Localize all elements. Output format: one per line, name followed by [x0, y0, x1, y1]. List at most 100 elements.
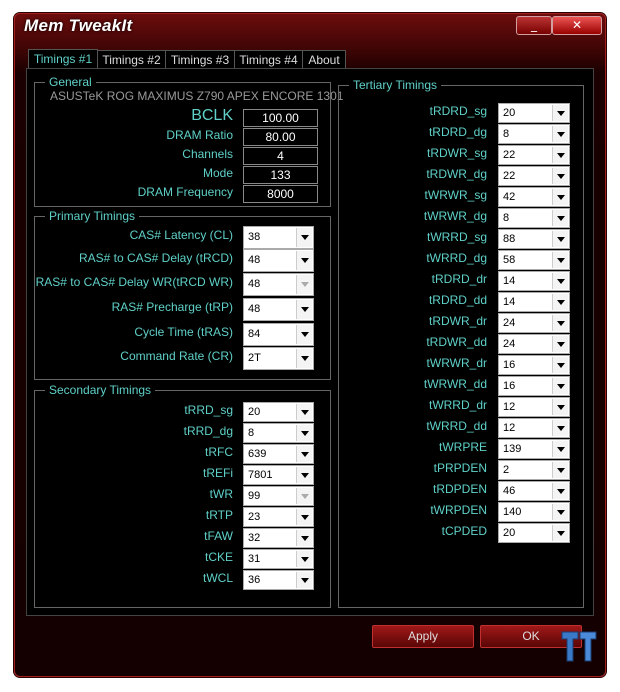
secondary-combo[interactable]: 20 [243, 402, 314, 422]
tertiary-combo[interactable]: 42 [498, 187, 570, 207]
primary-combo[interactable]: 38 [243, 225, 314, 249]
minimize-button[interactable]: _ [516, 16, 552, 35]
secondary-label: tFAW [204, 529, 233, 543]
primary-label: Cycle Time (tRAS) [134, 325, 233, 339]
chevron-down-icon[interactable] [552, 294, 568, 310]
apply-button[interactable]: Apply [372, 625, 474, 648]
tertiary-combo[interactable]: 22 [498, 145, 570, 165]
tertiary-combo[interactable]: 8 [498, 208, 570, 228]
tab-timings-4[interactable]: Timings #4 [234, 50, 303, 69]
tertiary-combo[interactable]: 16 [498, 355, 570, 375]
chevron-down-icon[interactable] [296, 250, 312, 270]
primary-combo: 48 [243, 272, 314, 296]
chevron-down-icon[interactable] [296, 488, 312, 504]
tertiary-label: tRDWR_dr [428, 314, 487, 328]
tertiary-combo[interactable]: 20 [498, 103, 570, 123]
chevron-down-icon[interactable] [552, 462, 568, 478]
tertiary-combo[interactable]: 22 [498, 166, 570, 186]
combo-value: 38 [248, 231, 261, 243]
chevron-down-icon[interactable] [552, 336, 568, 352]
tab-timings-3[interactable]: Timings #3 [165, 50, 235, 69]
chevron-down-icon[interactable] [552, 483, 568, 499]
chevron-down-icon[interactable] [552, 315, 568, 331]
tertiary-combo[interactable]: 2 [498, 460, 570, 480]
secondary-combo[interactable]: 639 [243, 444, 314, 464]
chevron-down-icon[interactable] [552, 378, 568, 394]
chevron-down-icon[interactable] [552, 273, 568, 289]
tertiary-combo[interactable]: 58 [498, 250, 570, 270]
combo-value: 8 [503, 128, 510, 140]
chevron-down-icon[interactable] [552, 504, 568, 520]
chevron-down-icon[interactable] [296, 572, 312, 588]
chevron-down-icon[interactable] [552, 189, 568, 205]
tab-timings-2[interactable]: Timings #2 [97, 50, 166, 69]
primary-combo[interactable]: 84 [243, 322, 314, 346]
chevron-down-icon[interactable] [552, 252, 568, 268]
tertiary-combo[interactable]: 24 [498, 313, 570, 333]
tertiary-combo[interactable]: 14 [498, 292, 570, 312]
tertiary-label: tWRPRE [439, 440, 487, 454]
primary-label: CAS# Latency (CL) [129, 228, 233, 242]
chevron-down-icon[interactable] [296, 348, 312, 368]
combo-value: 12 [503, 401, 516, 413]
chevron-down-icon[interactable] [296, 324, 312, 344]
tertiary-combo[interactable]: 46 [498, 481, 570, 501]
secondary-combo[interactable]: 36 [243, 570, 314, 590]
chevron-down-icon[interactable] [552, 357, 568, 373]
chevron-down-icon[interactable] [552, 420, 568, 436]
chevron-down-icon[interactable] [552, 441, 568, 457]
general-value: 100.00 [243, 109, 318, 127]
primary-combo[interactable]: 48 [243, 248, 314, 272]
chevron-down-icon[interactable] [552, 399, 568, 415]
secondary-label: tRRD_dg [183, 424, 233, 438]
secondary-label: tWR [209, 487, 233, 501]
chevron-down-icon[interactable] [296, 509, 312, 525]
tertiary-combo[interactable]: 88 [498, 229, 570, 249]
chevron-down-icon[interactable] [296, 467, 312, 483]
chevron-down-icon[interactable] [296, 425, 312, 441]
secondary-combo[interactable]: 23 [243, 507, 314, 527]
combo-value: 24 [503, 338, 516, 350]
tab-timings-1[interactable]: Timings #1 [28, 49, 98, 70]
chevron-down-icon[interactable] [296, 274, 312, 294]
tertiary-combo[interactable]: 12 [498, 418, 570, 438]
chevron-down-icon[interactable] [296, 551, 312, 567]
chevron-down-icon[interactable] [296, 299, 312, 319]
tertiary-combo[interactable]: 20 [498, 523, 570, 543]
chevron-down-icon[interactable] [552, 210, 568, 226]
chevron-down-icon[interactable] [552, 168, 568, 184]
tertiary-combo[interactable]: 12 [498, 397, 570, 417]
secondary-combo[interactable]: 32 [243, 528, 314, 548]
primary-title: Primary Timings [45, 209, 140, 223]
tertiary-combo[interactable]: 139 [498, 439, 570, 459]
tertiary-combo[interactable]: 140 [498, 502, 570, 522]
chevron-down-icon[interactable] [296, 446, 312, 462]
chevron-down-icon[interactable] [552, 231, 568, 247]
chevron-down-icon[interactable] [552, 525, 568, 541]
tertiary-combo[interactable]: 24 [498, 334, 570, 354]
tertiary-combo[interactable]: 14 [498, 271, 570, 291]
close-button[interactable]: ✕ [552, 16, 602, 35]
tertiary-label: tRDPDEN [432, 482, 487, 496]
combo-value: 84 [248, 328, 261, 340]
chevron-down-icon[interactable] [296, 404, 312, 420]
window-title: Mem TweakIt [24, 16, 133, 35]
secondary-combo[interactable]: 7801 [243, 465, 314, 485]
primary-combo[interactable]: 48 [243, 297, 314, 321]
chevron-down-icon[interactable] [552, 147, 568, 163]
chevron-down-icon[interactable] [296, 530, 312, 546]
combo-value: 14 [503, 296, 516, 308]
secondary-combo: 99 [243, 486, 314, 506]
tertiary-label: tWRRD_dd [426, 419, 487, 433]
tertiary-combo[interactable]: 16 [498, 376, 570, 396]
tertiary-combo[interactable]: 8 [498, 124, 570, 144]
secondary-combo[interactable]: 31 [243, 549, 314, 569]
secondary-combo[interactable]: 8 [243, 423, 314, 443]
chevron-down-icon[interactable] [552, 126, 568, 142]
chevron-down-icon[interactable] [552, 105, 568, 121]
primary-combo[interactable]: 2T [243, 346, 314, 370]
general-value: 133 [243, 166, 318, 184]
combo-value: 140 [503, 506, 522, 518]
tab-about[interactable]: About [302, 50, 346, 69]
chevron-down-icon[interactable] [296, 227, 312, 247]
